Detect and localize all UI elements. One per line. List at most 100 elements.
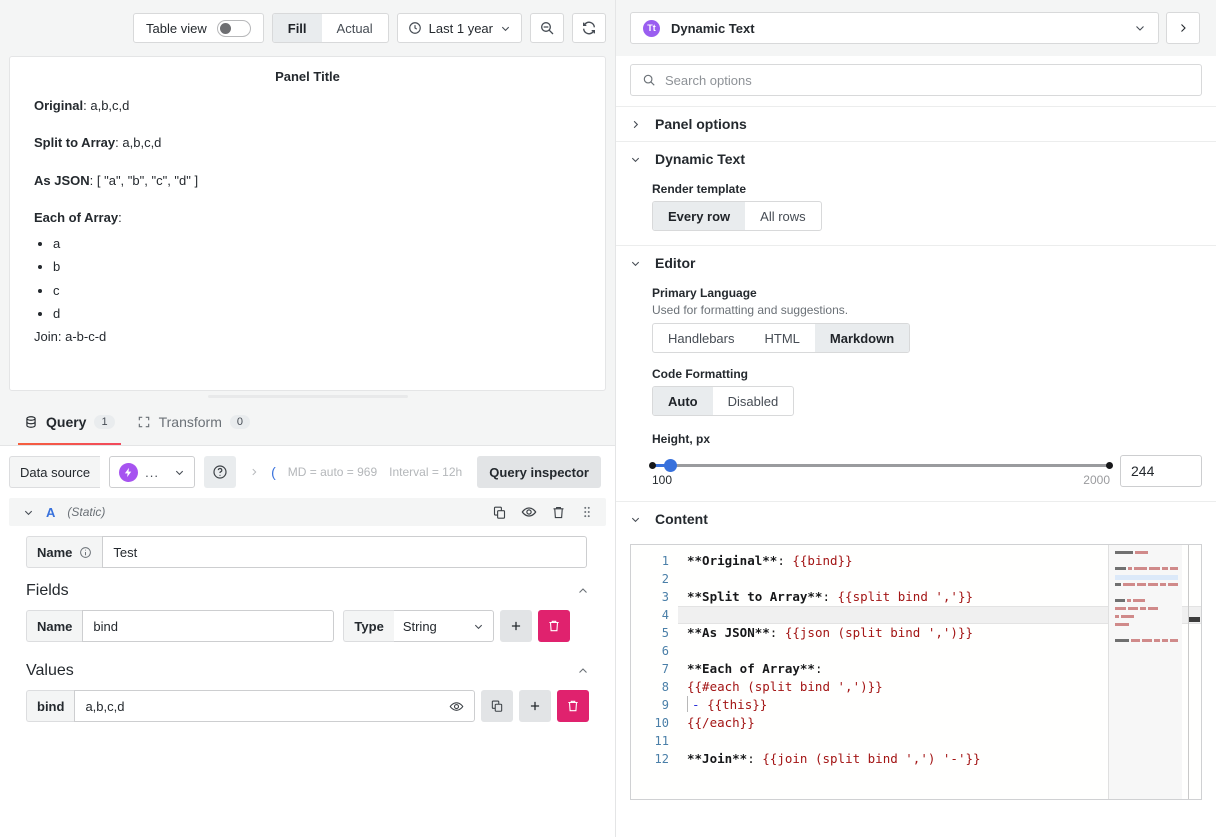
zoom-out-button[interactable] — [530, 13, 564, 43]
dynamic-text-body: Render template Every row All rows — [616, 182, 1216, 245]
height-slider-row: 100 2000 244 — [652, 455, 1202, 487]
field-row: Name bind Type String — [0, 600, 615, 642]
collapse-options-button[interactable] — [1166, 12, 1200, 44]
tab-transform[interactable]: Transform 0 — [137, 405, 250, 445]
language-markdown[interactable]: Markdown — [815, 324, 909, 352]
list-item: d — [53, 306, 581, 322]
chevron-down-icon — [174, 467, 185, 478]
list-item: a — [53, 236, 581, 252]
table-view-switch[interactable] — [217, 20, 251, 37]
field-name-input[interactable]: bind — [82, 610, 334, 642]
query-row-actions — [492, 504, 594, 520]
panel-options-title: Panel options — [655, 116, 747, 132]
delete-field-button[interactable] — [538, 610, 570, 642]
language-html[interactable]: HTML — [750, 324, 815, 352]
value-preview-toggle[interactable] — [449, 699, 464, 714]
code-editor[interactable]: 123456789101112 **Original**: {{bind}} *… — [630, 544, 1202, 800]
query-help-button[interactable] — [204, 456, 236, 488]
slider-min-dot — [649, 462, 656, 469]
delete-value-button[interactable] — [557, 690, 589, 722]
minimap-token — [1115, 567, 1126, 570]
minimap-token — [1115, 599, 1125, 602]
add-value-button[interactable] — [519, 690, 551, 722]
query-row-header: A (Static) — [9, 498, 606, 526]
collapse-values-icon[interactable] — [577, 665, 589, 677]
minimap-token — [1131, 639, 1140, 642]
code-formatting-group[interactable]: Auto Disabled — [652, 386, 794, 416]
minimap-token — [1154, 639, 1160, 642]
plus-icon — [509, 619, 523, 633]
minimap-token — [1162, 567, 1168, 570]
minimap-line — [1115, 623, 1178, 628]
slider-thumb[interactable] — [664, 459, 677, 472]
render-template-group[interactable]: Every row All rows — [652, 201, 822, 231]
panel-resize-handle[interactable] — [0, 391, 615, 401]
eye-icon[interactable] — [521, 504, 537, 520]
editor-header[interactable]: Editor — [616, 246, 1216, 280]
editor-scrollbar[interactable] — [1188, 545, 1201, 799]
add-field-button[interactable] — [500, 610, 532, 642]
preview-list: a b c d — [34, 236, 581, 322]
actual-option[interactable]: Actual — [322, 14, 388, 42]
visualization-name: Dynamic Text — [671, 21, 755, 36]
list-item: c — [53, 283, 581, 299]
time-range-picker[interactable]: Last 1 year — [397, 13, 522, 43]
collapse-fields-icon[interactable] — [577, 585, 589, 597]
height-number-input[interactable]: 244 — [1120, 455, 1202, 487]
render-template-all-rows[interactable]: All rows — [745, 202, 821, 230]
fill-actual-segment[interactable]: Fill Actual — [272, 13, 389, 43]
minimap-token — [1121, 615, 1134, 618]
field-type-select[interactable]: String — [394, 610, 494, 642]
value-input[interactable]: a,b,c,d — [74, 690, 475, 722]
values-section-header[interactable]: Values — [0, 642, 615, 680]
preview-line-join: Join: a-b-c-d — [34, 329, 581, 345]
code-formatting-auto[interactable]: Auto — [653, 387, 713, 415]
chevron-down-icon[interactable] — [23, 507, 34, 518]
preview-label-join: Join — [34, 329, 58, 344]
viz-chevron[interactable] — [1134, 22, 1146, 34]
line-number: 10 — [631, 714, 678, 732]
data-source-picker[interactable]: ... — [109, 456, 195, 488]
query-transform-tabs: Query 1 Transform 0 — [0, 401, 615, 445]
copy-value-button[interactable] — [481, 690, 513, 722]
height-max-label: 2000 — [1083, 473, 1110, 487]
dynamic-text-header[interactable]: Dynamic Text — [616, 142, 1216, 176]
fields-section-header[interactable]: Fields — [0, 568, 615, 600]
search-options-box[interactable]: Search options — [630, 64, 1202, 96]
chevron-up-icon — [577, 665, 589, 677]
query-options[interactable]: ( MD = auto = 969 Interval = 12h — [249, 464, 462, 480]
refresh-button[interactable] — [572, 13, 606, 43]
drag-handle-icon[interactable] — [580, 505, 594, 519]
code-formatting-disabled[interactable]: Disabled — [713, 387, 794, 415]
line-number: 4 — [631, 606, 678, 624]
info-icon[interactable] — [79, 546, 92, 559]
table-view-toggle[interactable]: Table view — [133, 13, 264, 43]
tab-query[interactable]: Query 1 — [24, 405, 115, 445]
editor-minimap[interactable] — [1108, 545, 1182, 799]
eye-icon — [449, 699, 464, 714]
fill-option[interactable]: Fill — [273, 14, 322, 42]
minimap-token — [1142, 639, 1151, 642]
language-handlebars[interactable]: Handlebars — [653, 324, 750, 352]
slider-track[interactable] — [652, 464, 1110, 467]
render-template-every-row[interactable]: Every row — [653, 202, 745, 230]
trash-icon[interactable] — [551, 505, 566, 520]
copy-icon[interactable] — [492, 505, 507, 520]
visualization-picker[interactable]: Tt Dynamic Text — [630, 12, 1159, 44]
section-editor: Editor Primary Language Used for formatt… — [616, 245, 1216, 501]
editor-title: Editor — [655, 255, 695, 271]
minimap-token — [1148, 583, 1158, 586]
content-header[interactable]: Content — [616, 502, 1216, 536]
minimap-token — [1127, 599, 1131, 602]
primary-language-group[interactable]: Handlebars HTML Markdown — [652, 323, 910, 353]
search-options-placeholder: Search options — [665, 73, 752, 88]
slider-bounds: 100 2000 — [652, 473, 1110, 487]
primary-language-label: Primary Language — [652, 286, 1202, 300]
minimap-token — [1115, 615, 1119, 618]
query-name-input[interactable]: Test — [102, 536, 587, 568]
query-inspector-button[interactable]: Query inspector — [477, 456, 601, 488]
panel-options-header[interactable]: Panel options — [616, 107, 1216, 141]
height-slider[interactable]: 100 2000 — [652, 455, 1110, 487]
help-circle-icon — [212, 464, 228, 480]
scrollbar-thumb[interactable] — [1189, 617, 1200, 622]
